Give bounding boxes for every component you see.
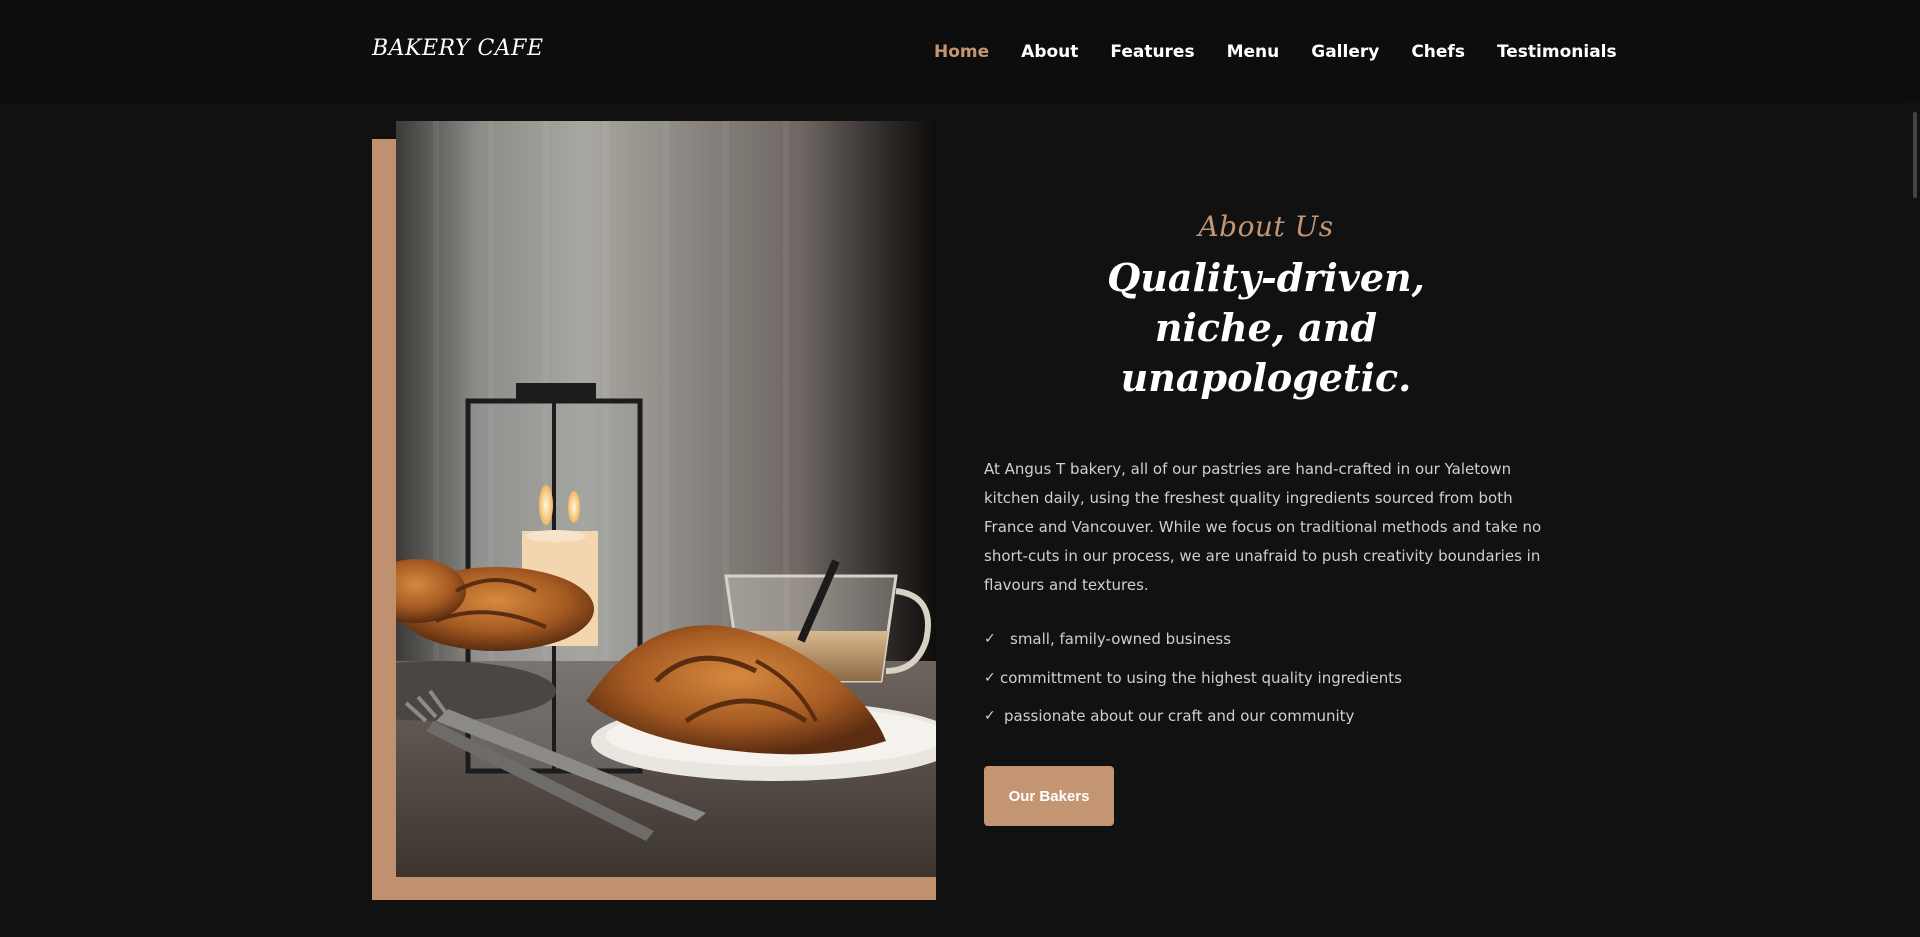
nav-features[interactable]: Features — [1110, 42, 1194, 62]
brand-logo[interactable]: BAKERY CAFE — [372, 36, 544, 61]
feature-text: passionate about our craft and our commu… — [1004, 707, 1355, 726]
nav-home[interactable]: Home — [934, 42, 989, 62]
bakery-photo — [396, 121, 936, 877]
section-eyebrow: About Us — [1198, 210, 1334, 243]
checkmark-icon: ✓ — [984, 631, 996, 648]
feature-text: small, family-owned business — [1010, 630, 1232, 649]
checkmark-icon: ✓ — [984, 708, 996, 725]
list-item: ✓ passionate about our craft and our com… — [984, 697, 1548, 736]
nav-gallery[interactable]: Gallery — [1311, 42, 1379, 62]
feature-list: ✓ small, family-owned business ✓ committ… — [984, 620, 1548, 736]
checkmark-icon: ✓ — [984, 669, 996, 686]
nav-chefs[interactable]: Chefs — [1411, 42, 1465, 62]
about-paragraph: At Angus T bakery, all of our pastries a… — [984, 460, 1542, 594]
site-header: BAKERY CAFE Home About Features Menu Gal… — [0, 0, 1920, 103]
main-nav: Home About Features Menu Gallery Chefs T… — [934, 42, 1617, 62]
section-headline: Quality-driven, niche, and unapologetic. — [1107, 255, 1425, 400]
list-item: ✓ committment to using the highest quali… — [984, 659, 1548, 698]
nav-testimonials[interactable]: Testimonials — [1497, 42, 1617, 62]
feature-text: committment to using the highest quality… — [1000, 668, 1402, 687]
about-section: About Us Quality-driven, niche, and unap… — [984, 210, 1548, 826]
nav-menu[interactable]: Menu — [1227, 42, 1280, 62]
our-bakers-button[interactable]: Our Bakers — [984, 765, 1114, 826]
page-scrollbar[interactable] — [1906, 103, 1920, 937]
scrollbar-thumb[interactable] — [1913, 112, 1917, 198]
nav-about[interactable]: About — [1021, 42, 1078, 62]
list-item: ✓ small, family-owned business — [984, 620, 1548, 659]
